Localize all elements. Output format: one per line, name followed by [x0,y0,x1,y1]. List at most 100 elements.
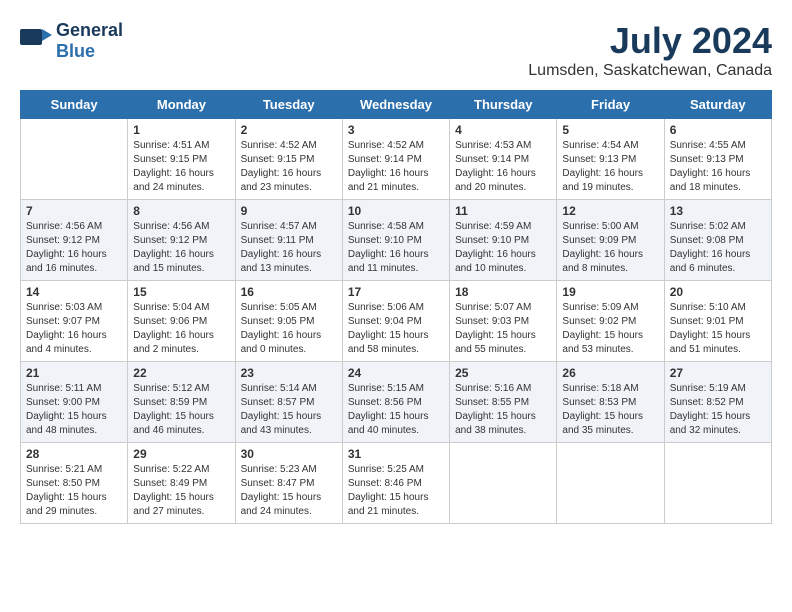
day-info: Sunrise: 5:15 AM Sunset: 8:56 PM Dayligh… [348,382,444,438]
calendar-week-2: 7 Sunrise: 4:56 AM Sunset: 9:12 PM Daylig… [21,200,772,281]
day-info: Sunrise: 5:11 AM Sunset: 9:00 PM Dayligh… [26,382,122,438]
day-number: 23 [241,366,337,380]
day-info: Sunrise: 5:10 AM Sunset: 9:01 PM Dayligh… [670,301,766,357]
day-info: Sunrise: 4:56 AM Sunset: 9:12 PM Dayligh… [133,220,229,276]
day-info: Sunrise: 5:04 AM Sunset: 9:06 PM Dayligh… [133,301,229,357]
day-number: 3 [348,123,444,137]
day-info: Sunrise: 5:19 AM Sunset: 8:52 PM Dayligh… [670,382,766,438]
calendar-week-5: 28 Sunrise: 5:21 AM Sunset: 8:50 PM Dayli… [21,443,772,524]
day-info: Sunrise: 5:06 AM Sunset: 9:04 PM Dayligh… [348,301,444,357]
day-number: 25 [455,366,551,380]
col-saturday: Saturday [664,91,771,119]
day-number: 28 [26,447,122,461]
day-info: Sunrise: 4:52 AM Sunset: 9:14 PM Dayligh… [348,139,444,195]
header-row: Sunday Monday Tuesday Wednesday Thursday… [21,91,772,119]
calendar-cell: 30Sunrise: 5:23 AM Sunset: 8:47 PM Dayli… [235,443,342,524]
day-info: Sunrise: 5:22 AM Sunset: 8:49 PM Dayligh… [133,463,229,519]
day-info: Sunrise: 4:57 AM Sunset: 9:11 PM Dayligh… [241,220,337,276]
day-info: Sunrise: 5:05 AM Sunset: 9:05 PM Dayligh… [241,301,337,357]
calendar-cell: 16 Sunrise: 5:05 AM Sunset: 9:05 PM Dayli… [235,281,342,362]
calendar-cell: 28 Sunrise: 5:21 AM Sunset: 8:50 PM Dayli… [21,443,128,524]
col-thursday: Thursday [450,91,557,119]
day-number: 11 [455,204,551,218]
day-info: Sunrise: 4:53 AM Sunset: 9:14 PM Dayligh… [455,139,551,195]
calendar-cell: 10 Sunrise: 4:58 AM Sunset: 9:10 PM Dayli… [342,200,449,281]
calendar-cell: 29 Sunrise: 5:22 AM Sunset: 8:49 PM Dayli… [128,443,235,524]
day-number: 8 [133,204,229,218]
calendar-cell: 24 Sunrise: 5:15 AM Sunset: 8:56 PM Dayli… [342,362,449,443]
day-info: Sunrise: 5:21 AM Sunset: 8:50 PM Dayligh… [26,463,122,519]
day-number: 27 [670,366,766,380]
calendar-cell [21,119,128,200]
day-number: 22 [133,366,229,380]
calendar-cell: 31 Sunrise: 5:25 AM Sunset: 8:46 PM Dayli… [342,443,449,524]
calendar-cell [664,443,771,524]
calendar-cell: 7 Sunrise: 4:56 AM Sunset: 9:12 PM Daylig… [21,200,128,281]
month-title: July 2024 [528,20,772,62]
calendar-cell: 27 Sunrise: 5:19 AM Sunset: 8:52 PM Dayli… [664,362,771,443]
day-number: 9 [241,204,337,218]
day-info: Sunrise: 4:52 AM Sunset: 9:15 PM Dayligh… [241,139,337,195]
calendar-cell: 13Sunrise: 5:02 AM Sunset: 9:08 PM Dayli… [664,200,771,281]
calendar-cell: 26Sunrise: 5:18 AM Sunset: 8:53 PM Dayli… [557,362,664,443]
day-number: 31 [348,447,444,461]
day-number: 30 [241,447,337,461]
day-number: 14 [26,285,122,299]
day-number: 10 [348,204,444,218]
title-area: July 2024 Lumsden, Saskatchewan, Canada [528,20,772,80]
calendar-week-3: 14 Sunrise: 5:03 AM Sunset: 9:07 PM Dayli… [21,281,772,362]
day-info: Sunrise: 5:25 AM Sunset: 8:46 PM Dayligh… [348,463,444,519]
calendar-cell: 4Sunrise: 4:53 AM Sunset: 9:14 PM Daylig… [450,119,557,200]
logo-text-blue: Blue [56,41,123,62]
location-title: Lumsden, Saskatchewan, Canada [528,62,772,80]
calendar-cell: 25 Sunrise: 5:16 AM Sunset: 8:55 PM Dayli… [450,362,557,443]
day-number: 2 [241,123,337,137]
day-info: Sunrise: 5:16 AM Sunset: 8:55 PM Dayligh… [455,382,551,438]
calendar-cell: 18Sunrise: 5:07 AM Sunset: 9:03 PM Dayli… [450,281,557,362]
day-number: 18 [455,285,551,299]
day-info: Sunrise: 4:55 AM Sunset: 9:13 PM Dayligh… [670,139,766,195]
day-info: Sunrise: 4:56 AM Sunset: 9:12 PM Dayligh… [26,220,122,276]
calendar-cell: 22 Sunrise: 5:12 AM Sunset: 8:59 PM Dayli… [128,362,235,443]
day-number: 29 [133,447,229,461]
day-info: Sunrise: 5:14 AM Sunset: 8:57 PM Dayligh… [241,382,337,438]
col-tuesday: Tuesday [235,91,342,119]
calendar-cell [557,443,664,524]
logo-text-general: General [56,20,123,41]
calendar-cell: 17Sunrise: 5:06 AM Sunset: 9:04 PM Dayli… [342,281,449,362]
day-number: 7 [26,204,122,218]
day-info: Sunrise: 4:54 AM Sunset: 9:13 PM Dayligh… [562,139,658,195]
day-number: 16 [241,285,337,299]
day-info: Sunrise: 4:58 AM Sunset: 9:10 PM Dayligh… [348,220,444,276]
calendar-cell: 8 Sunrise: 4:56 AM Sunset: 9:12 PM Daylig… [128,200,235,281]
calendar-cell: 23 Sunrise: 5:14 AM Sunset: 8:57 PM Dayli… [235,362,342,443]
calendar-cell: 20 Sunrise: 5:10 AM Sunset: 9:01 PM Dayli… [664,281,771,362]
calendar-cell: 19Sunrise: 5:09 AM Sunset: 9:02 PM Dayli… [557,281,664,362]
calendar-week-1: 1Sunrise: 4:51 AM Sunset: 9:15 PM Daylig… [21,119,772,200]
day-number: 13 [670,204,766,218]
calendar-cell: 5 Sunrise: 4:54 AM Sunset: 9:13 PM Daylig… [557,119,664,200]
calendar-header: Sunday Monday Tuesday Wednesday Thursday… [21,91,772,119]
day-number: 24 [348,366,444,380]
calendar-cell: 3 Sunrise: 4:52 AM Sunset: 9:14 PM Daylig… [342,119,449,200]
day-number: 20 [670,285,766,299]
day-info: Sunrise: 4:59 AM Sunset: 9:10 PM Dayligh… [455,220,551,276]
day-info: Sunrise: 5:03 AM Sunset: 9:07 PM Dayligh… [26,301,122,357]
day-number: 26 [562,366,658,380]
day-number: 1 [133,123,229,137]
day-info: Sunrise: 5:12 AM Sunset: 8:59 PM Dayligh… [133,382,229,438]
logo: General Blue [20,20,123,62]
calendar-cell: 12Sunrise: 5:00 AM Sunset: 9:09 PM Dayli… [557,200,664,281]
calendar-cell: 14 Sunrise: 5:03 AM Sunset: 9:07 PM Dayli… [21,281,128,362]
day-number: 19 [562,285,658,299]
calendar-cell: 2 Sunrise: 4:52 AM Sunset: 9:15 PM Daylig… [235,119,342,200]
col-wednesday: Wednesday [342,91,449,119]
day-number: 5 [562,123,658,137]
calendar-body: 1Sunrise: 4:51 AM Sunset: 9:15 PM Daylig… [21,119,772,524]
col-friday: Friday [557,91,664,119]
calendar-cell: 15Sunrise: 5:04 AM Sunset: 9:06 PM Dayli… [128,281,235,362]
calendar-cell: 21 Sunrise: 5:11 AM Sunset: 9:00 PM Dayli… [21,362,128,443]
calendar-week-4: 21 Sunrise: 5:11 AM Sunset: 9:00 PM Dayli… [21,362,772,443]
day-number: 21 [26,366,122,380]
col-monday: Monday [128,91,235,119]
